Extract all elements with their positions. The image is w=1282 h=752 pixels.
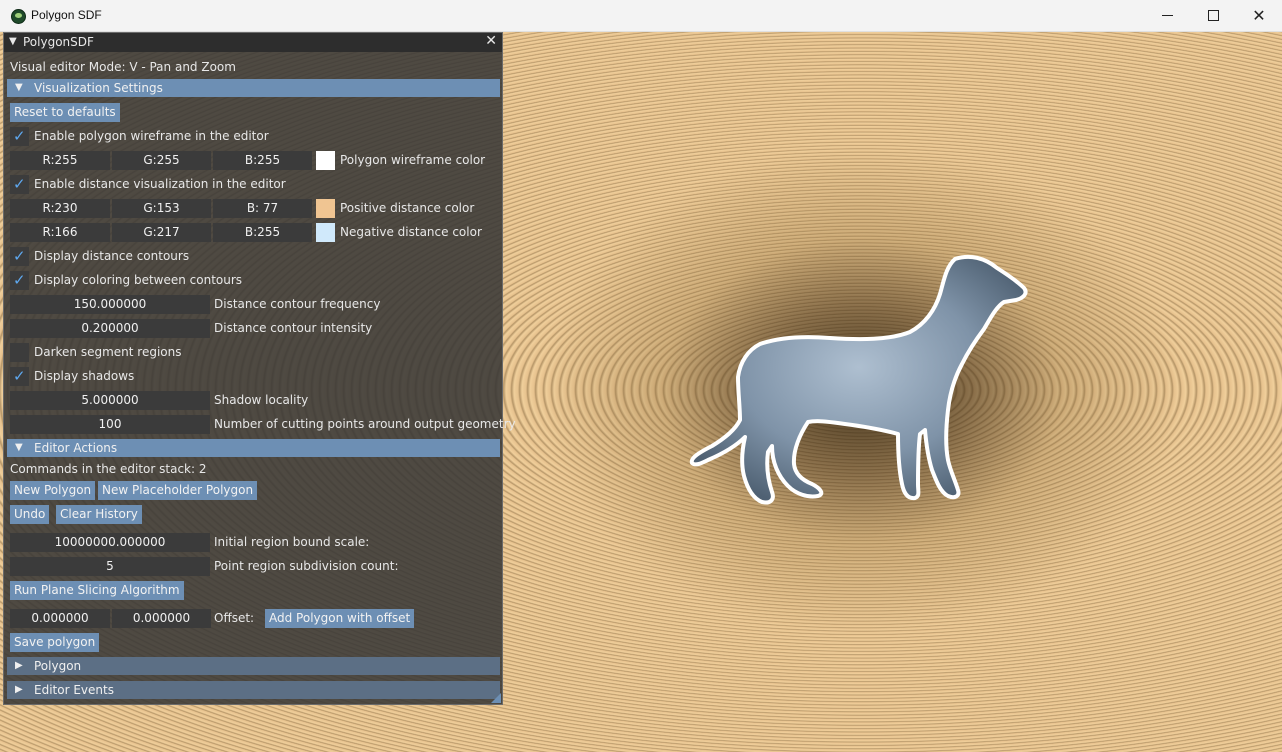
- positive-color-swatch[interactable]: [316, 199, 335, 218]
- run-plane-slicing-button[interactable]: Run Plane Slicing Algorithm: [10, 581, 184, 600]
- coloring-checkbox[interactable]: ✓: [10, 271, 29, 290]
- neg-g-field[interactable]: G:217: [112, 223, 211, 242]
- header-label: Visualization Settings: [34, 81, 163, 95]
- contour-frequency-input[interactable]: 150.000000: [10, 295, 210, 314]
- reset-defaults-button[interactable]: Reset to defaults: [10, 103, 120, 122]
- minimize-button[interactable]: [1144, 0, 1190, 31]
- clear-history-button[interactable]: Clear History: [56, 505, 142, 524]
- region-bound-scale-input[interactable]: 10000000.000000: [10, 533, 210, 552]
- undo-button[interactable]: Undo: [10, 505, 50, 524]
- subdivision-count-label: Point region subdivision count:: [214, 559, 399, 573]
- close-icon: ✕: [1252, 5, 1266, 25]
- check-icon: ✓: [13, 247, 26, 265]
- check-icon: ✓: [13, 175, 26, 193]
- contour-frequency-label: Distance contour frequency: [214, 297, 381, 311]
- mode-text: Visual editor Mode: V - Pan and Zoom: [10, 60, 236, 74]
- pos-b-field[interactable]: B: 77: [213, 199, 312, 218]
- app-icon: [11, 9, 26, 24]
- header-label: Editor Actions: [34, 441, 118, 455]
- new-placeholder-polygon-button[interactable]: New Placeholder Polygon: [98, 481, 258, 500]
- subdivision-count-input[interactable]: 5: [10, 557, 210, 576]
- maximize-button[interactable]: [1190, 0, 1236, 31]
- offset-y-input[interactable]: 0.000000: [112, 609, 211, 628]
- darken-checkbox[interactable]: [10, 343, 29, 362]
- collapsed-triangle-icon: ▶: [15, 684, 23, 695]
- window-title: Polygon SDF: [31, 8, 102, 22]
- editor-events-header[interactable]: ▶ Editor Events: [7, 681, 500, 699]
- wire-g-field[interactable]: G:255: [112, 151, 211, 170]
- minimize-icon: [1161, 15, 1173, 16]
- editor-actions-header[interactable]: ▼ Editor Actions: [7, 439, 500, 457]
- cutting-points-input[interactable]: 100: [10, 415, 210, 434]
- wire-r-field[interactable]: R:255: [10, 151, 110, 170]
- shadow-locality-input[interactable]: 5.000000: [10, 391, 210, 410]
- shadows-label: Display shadows: [34, 369, 135, 383]
- header-label: Polygon: [34, 659, 82, 673]
- commands-count-text: Commands in the editor stack: 2: [10, 462, 207, 476]
- distance-viz-checkbox[interactable]: ✓: [10, 175, 29, 194]
- polygonsdf-panel[interactable]: ▼ PolygonSDF ✕ Visual editor Mode: V - P…: [3, 32, 516, 705]
- pos-r-field[interactable]: R:230: [10, 199, 110, 218]
- shadow-locality-label: Shadow locality: [214, 393, 309, 407]
- collapse-triangle-icon[interactable]: ▼: [9, 36, 17, 47]
- neg-r-field[interactable]: R:166: [10, 223, 110, 242]
- panel-title: PolygonSDF: [23, 35, 94, 49]
- new-polygon-button[interactable]: New Polygon: [10, 481, 96, 500]
- check-icon: ✓: [13, 271, 26, 289]
- wire-color-label: Polygon wireframe color: [340, 153, 486, 167]
- add-polygon-offset-button[interactable]: Add Polygon with offset: [265, 609, 415, 628]
- panel-titlebar[interactable]: ▼ PolygonSDF ✕: [4, 33, 502, 52]
- polygon-header[interactable]: ▶ Polygon: [7, 657, 500, 675]
- wireframe-checkbox[interactable]: ✓: [10, 127, 29, 146]
- collapsed-triangle-icon: ▶: [15, 660, 23, 671]
- darken-label: Darken segment regions: [34, 345, 182, 359]
- positive-color-label: Positive distance color: [340, 201, 475, 215]
- offset-x-input[interactable]: 0.000000: [10, 609, 110, 628]
- resize-grip-icon[interactable]: [491, 693, 501, 703]
- window-titlebar: Polygon SDF ✕: [0, 0, 1282, 32]
- wire-b-field[interactable]: B:255: [213, 151, 312, 170]
- distance-viz-label: Enable distance visualization in the edi…: [34, 177, 286, 191]
- close-icon[interactable]: ✕: [485, 33, 497, 49]
- pos-g-field[interactable]: G:153: [112, 199, 211, 218]
- wireframe-label: Enable polygon wireframe in the editor: [34, 129, 269, 143]
- header-label: Editor Events: [34, 683, 114, 697]
- coloring-label: Display coloring between contours: [34, 273, 243, 287]
- contours-checkbox[interactable]: ✓: [10, 247, 29, 266]
- contour-intensity-label: Distance contour intensity: [214, 321, 373, 335]
- region-bound-scale-label: Initial region bound scale:: [214, 535, 370, 549]
- contour-intensity-input[interactable]: 0.200000: [10, 319, 210, 338]
- dog-silhouette[interactable]: [689, 254, 1028, 505]
- close-window-button[interactable]: ✕: [1236, 0, 1282, 31]
- negative-color-swatch[interactable]: [316, 223, 335, 242]
- expanded-triangle-icon: ▼: [15, 442, 23, 453]
- check-icon: ✓: [13, 127, 26, 145]
- check-icon: ✓: [13, 367, 26, 385]
- cutting-points-label: Number of cutting points around output g…: [214, 417, 516, 431]
- maximize-icon: [1207, 10, 1219, 21]
- offset-label: Offset:: [214, 611, 255, 625]
- contours-label: Display distance contours: [34, 249, 190, 263]
- visualization-settings-header[interactable]: ▼ Visualization Settings: [7, 79, 500, 97]
- neg-b-field[interactable]: B:255: [213, 223, 312, 242]
- save-polygon-button[interactable]: Save polygon: [10, 633, 100, 652]
- shadows-checkbox[interactable]: ✓: [10, 367, 29, 386]
- wire-color-swatch[interactable]: [316, 151, 335, 170]
- expanded-triangle-icon: ▼: [15, 82, 23, 93]
- negative-color-label: Negative distance color: [340, 225, 482, 239]
